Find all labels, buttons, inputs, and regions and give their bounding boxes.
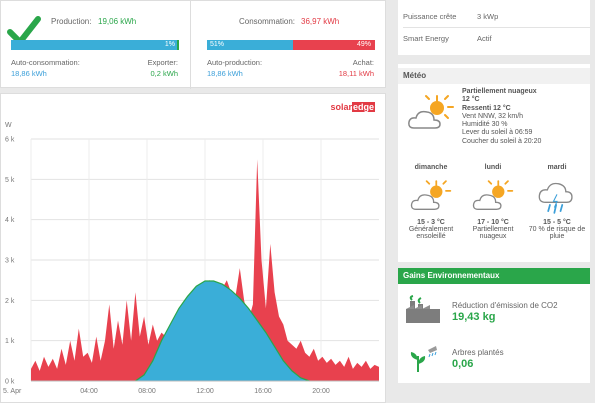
site-info-panel: Puissance crête 3 kWp Smart Energy Actif xyxy=(398,0,590,55)
peak-power-label: Puissance crête xyxy=(403,12,457,21)
sunrise: Lever du soleil à 06:59 xyxy=(462,129,533,137)
y-tick-label: 5 k xyxy=(5,177,15,184)
consumption-bar-import: 49% xyxy=(292,40,375,50)
x-tick-label: 16:00 xyxy=(254,388,272,395)
self-production-value: 18,86 kWh xyxy=(207,69,243,78)
export-label: Exporter: xyxy=(147,58,178,67)
consumption-label: Consommation: xyxy=(239,17,296,26)
x-tick-label: 5. Apr xyxy=(3,388,22,395)
x-tick-label: 20:00 xyxy=(312,388,330,395)
current-weather: Partiellement nuageux 12 °C Ressenti 12 … xyxy=(462,88,541,146)
production-bar: 1% xyxy=(11,40,179,50)
forecast-day-1: dimanche 15 - 3 °C Généralement ensoleil… xyxy=(408,164,454,240)
environment-panel: Gains Environnementaux Réduction d'émiss… xyxy=(398,268,590,383)
weather-title: Météo xyxy=(398,68,590,84)
production-label: Production: xyxy=(51,17,92,26)
trees-value: 0,06 xyxy=(452,358,474,370)
smart-energy-row: Smart Energy Actif xyxy=(403,30,590,50)
consumption-bar-self: 51% xyxy=(207,40,293,50)
x-tick-label: 08:00 xyxy=(138,388,156,395)
self-consumption-label: Auto-consommation: xyxy=(11,58,80,67)
purchase-value: 18,11 kWh xyxy=(338,69,374,78)
consumption-block: Consommation: 36,97 kWh 51% 49% Auto-pro… xyxy=(191,1,386,89)
current-temp: 12 °C xyxy=(462,96,480,104)
power-chart-panel: solaredge W 6 k5 k4 k3 k2 k1 k0 k 5. Apr 0… xyxy=(0,93,386,403)
weather-panel: Météo Partiellement nuageux 12 °C Ressen… xyxy=(398,64,590,262)
production-block: Production: 19,06 kWh 1% Auto-consommati… xyxy=(1,1,191,89)
rain-icon xyxy=(538,182,573,214)
co2-label: Réduction d'émission de CO2 xyxy=(452,301,558,310)
partly-sunny-icon xyxy=(408,95,454,129)
y-tick-label: 4 k xyxy=(5,217,15,224)
y-tick-label: 1 k xyxy=(5,338,15,345)
self-consumption-value: 18,86 kWh xyxy=(11,69,47,78)
forecast-day-3: mardi 15 - 5 °C 70 % de risque de pluie xyxy=(528,164,586,240)
trees-icon xyxy=(410,346,437,372)
feels-like: Ressenti 12 °C xyxy=(462,104,511,112)
partly-sunny-icon xyxy=(410,180,452,210)
x-tick-label: 12:00 xyxy=(196,388,214,395)
production-bar-percent: 1% xyxy=(164,41,175,48)
co2-value: 19,43 kg xyxy=(452,311,496,323)
smart-energy-label: Smart Energy xyxy=(403,34,449,43)
self-production-label: Auto-production: xyxy=(207,58,263,67)
forecast-day-2: lundi 17 - 10 °C Partiellement nuageux xyxy=(472,164,514,240)
energy-summary-panel: Production: 19,06 kWh 1% Auto-consommati… xyxy=(0,0,386,89)
y-tick-label: 0 k xyxy=(5,379,15,386)
environment-title: Gains Environnementaux xyxy=(398,268,590,284)
peak-power-value: 3 kWp xyxy=(477,12,499,21)
production-value: 19,06 kWh xyxy=(98,17,137,26)
purchase-label: Achat: xyxy=(352,58,374,67)
power-chart: 6 k 5 k 4 k 3 k 2 k 1 k 0 k 5. Apr 04:00 08:00 12:… xyxy=(3,137,379,395)
sunset: Coucher du soleil à 20:20 xyxy=(462,137,542,145)
consumption-bar: 51% 49% xyxy=(207,40,375,50)
y-tick-label: 3 k xyxy=(5,258,15,265)
factory-icon xyxy=(406,295,440,323)
x-tick-label: 04:00 xyxy=(80,388,98,395)
export-value: 0,2 kWh xyxy=(150,69,178,78)
humidity: Humidité 30 % xyxy=(462,121,508,129)
y-tick-label: 6 k xyxy=(5,137,15,144)
smart-energy-value: Actif xyxy=(477,34,492,43)
wind: Vent NNW, 32 km/h xyxy=(462,112,524,120)
peak-power-row: Puissance crête 3 kWp xyxy=(403,8,590,28)
consumption-value: 36,97 kWh xyxy=(301,17,340,26)
y-tick-label: 2 k xyxy=(5,298,15,305)
trees-label: Arbres plantés xyxy=(452,348,504,357)
partly-sunny-icon xyxy=(472,180,514,210)
